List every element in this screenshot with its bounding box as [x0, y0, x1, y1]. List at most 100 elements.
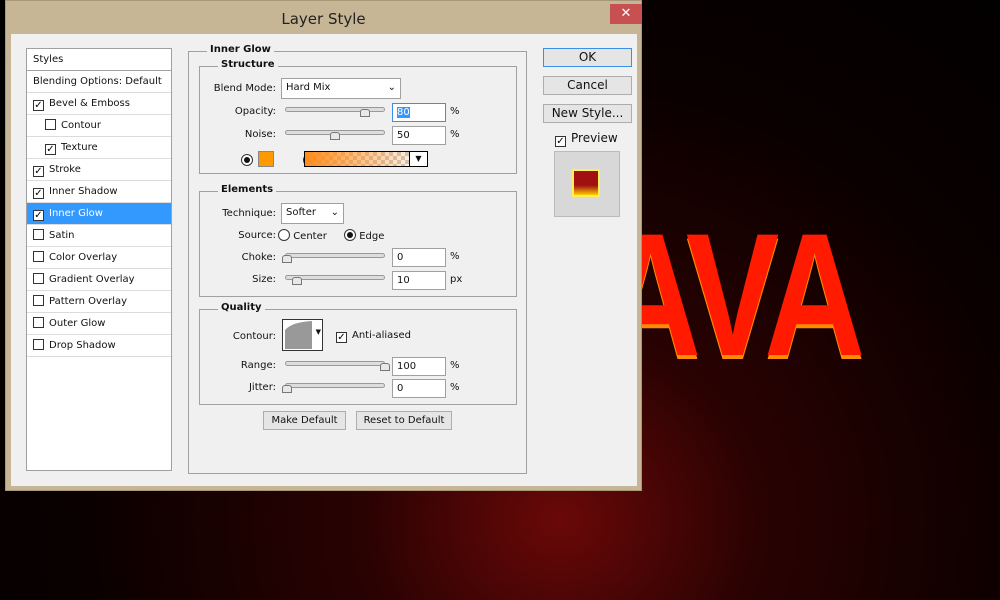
- elements-group: Elements Technique: Softer ⌄ Source: Cent…: [199, 184, 517, 297]
- style-item-label: Drop Shadow: [49, 340, 116, 351]
- style-item-texture[interactable]: ✓ Texture: [27, 137, 171, 159]
- contour-curve-icon: [285, 321, 312, 349]
- noise-slider[interactable]: [285, 130, 385, 140]
- jitter-slider[interactable]: [282, 383, 385, 393]
- preview-checkbox[interactable]: ✓ Preview: [555, 131, 618, 147]
- contour-label: Contour:: [232, 331, 276, 342]
- source-center-option[interactable]: Center: [278, 229, 327, 242]
- slider-thumb[interactable]: [360, 109, 370, 117]
- radio-icon: [344, 229, 356, 241]
- checkbox-icon[interactable]: ✓: [33, 100, 44, 111]
- style-item-label: Inner Shadow: [49, 186, 118, 197]
- style-item-label: Pattern Overlay: [49, 296, 128, 307]
- style-item-inner-glow[interactable]: ✓ Inner Glow: [27, 203, 171, 225]
- style-item-blending-options-default[interactable]: Blending Options: Default: [27, 71, 171, 93]
- styles-list: Styles Blending Options: Default ✓ Bevel & …: [26, 48, 172, 471]
- opacity-slider[interactable]: [285, 107, 385, 117]
- preview-label: Preview: [571, 131, 618, 145]
- structure-title: Structure: [218, 59, 278, 70]
- dialog-title: Layer Style: [281, 10, 366, 28]
- range-input[interactable]: 100: [392, 357, 446, 376]
- style-item-contour[interactable]: Contour: [27, 115, 171, 137]
- checkbox-icon[interactable]: [33, 339, 44, 350]
- range-value: 100: [397, 361, 417, 372]
- checkbox-icon[interactable]: [33, 229, 44, 240]
- checkbox-icon[interactable]: ✓: [33, 210, 44, 221]
- blend-mode-value: Hard Mix: [286, 82, 331, 93]
- style-item-label: Bevel & Emboss: [49, 98, 130, 109]
- style-item-label: Contour: [61, 120, 101, 131]
- jitter-label: Jitter:: [248, 382, 276, 393]
- style-item-color-overlay[interactable]: Color Overlay: [27, 247, 171, 269]
- choke-slider[interactable]: [282, 253, 385, 263]
- blend-mode-label: Blend Mode:: [213, 83, 276, 94]
- dropdown-arrow-icon[interactable]: ▼: [409, 152, 427, 166]
- reset-to-default-button[interactable]: Reset to Default: [356, 411, 452, 430]
- style-item-label: Satin: [49, 230, 75, 241]
- style-item-drop-shadow[interactable]: Drop Shadow: [27, 335, 171, 357]
- structure-group: Structure Blend Mode: Hard Mix ⌄ Opacity:…: [199, 59, 517, 174]
- choke-value: 0: [397, 252, 404, 263]
- style-item-stroke[interactable]: ✓ Stroke: [27, 159, 171, 181]
- make-default-button[interactable]: Make Default: [263, 411, 346, 430]
- range-slider[interactable]: [285, 361, 390, 371]
- ok-button[interactable]: OK: [543, 48, 632, 67]
- style-item-outer-glow[interactable]: Outer Glow: [27, 313, 171, 335]
- checkbox-icon: ✓: [336, 332, 347, 343]
- anti-aliased-checkbox[interactable]: ✓ Anti-aliased: [336, 330, 411, 343]
- checkbox-icon[interactable]: [33, 251, 44, 262]
- style-item-label: Stroke: [49, 164, 81, 175]
- cancel-button[interactable]: Cancel: [543, 76, 632, 95]
- style-item-inner-shadow[interactable]: ✓ Inner Shadow: [27, 181, 171, 203]
- style-item-label: Styles: [33, 54, 64, 65]
- preview-swatch: [572, 169, 600, 197]
- style-item-label: Outer Glow: [49, 318, 106, 329]
- checkbox-icon[interactable]: [33, 317, 44, 328]
- style-item-bevel-emboss[interactable]: ✓ Bevel & Emboss: [27, 93, 171, 115]
- size-slider[interactable]: [285, 275, 385, 285]
- glow-color-swatch[interactable]: [258, 151, 274, 167]
- style-item-label: Inner Glow: [49, 208, 103, 219]
- gradient-picker[interactable]: ▼: [304, 151, 428, 167]
- chevron-down-icon: ⌄: [330, 207, 339, 218]
- checkbox-icon[interactable]: ✓: [45, 144, 56, 155]
- checkbox-icon[interactable]: [33, 295, 44, 306]
- slider-thumb[interactable]: [282, 255, 292, 263]
- source-center-label: Center: [293, 231, 327, 242]
- close-icon[interactable]: ✕: [610, 4, 642, 24]
- size-value: 10: [397, 275, 410, 286]
- blend-mode-select[interactable]: Hard Mix ⌄: [281, 78, 401, 99]
- technique-label: Technique:: [222, 208, 276, 219]
- dialog-body: Styles Blending Options: Default ✓ Bevel & …: [11, 34, 637, 486]
- jitter-input[interactable]: 0: [392, 379, 446, 398]
- checkbox-icon[interactable]: ✓: [33, 166, 44, 177]
- opacity-input[interactable]: 80: [392, 103, 446, 122]
- choke-input[interactable]: 0: [392, 248, 446, 267]
- source-edge-option[interactable]: Edge: [344, 229, 384, 242]
- color-radio[interactable]: [241, 154, 253, 166]
- contour-picker[interactable]: ▼: [282, 319, 323, 351]
- technique-select[interactable]: Softer ⌄: [281, 203, 344, 224]
- checkbox-icon[interactable]: ✓: [33, 188, 44, 199]
- opacity-label: Opacity:: [234, 106, 276, 117]
- quality-title: Quality: [218, 302, 265, 313]
- checkbox-icon[interactable]: [45, 119, 56, 130]
- slider-thumb[interactable]: [282, 385, 292, 393]
- style-item-gradient-overlay[interactable]: Gradient Overlay: [27, 269, 171, 291]
- slider-thumb[interactable]: [380, 363, 390, 371]
- new-style-button[interactable]: New Style...: [543, 104, 632, 123]
- jitter-value: 0: [397, 383, 404, 394]
- style-item-styles[interactable]: Styles: [27, 49, 171, 71]
- style-item-pattern-overlay[interactable]: Pattern Overlay: [27, 291, 171, 313]
- noise-input[interactable]: 50: [392, 126, 446, 145]
- style-item-satin[interactable]: Satin: [27, 225, 171, 247]
- slider-thumb[interactable]: [292, 277, 302, 285]
- technique-value: Softer: [286, 207, 316, 218]
- percent-unit: %: [450, 251, 460, 262]
- layer-style-dialog: Layer Style ✕ Styles Blending Options: De…: [5, 0, 642, 491]
- slider-thumb[interactable]: [330, 132, 340, 140]
- style-item-label: Color Overlay: [49, 252, 118, 263]
- size-input[interactable]: 10: [392, 271, 446, 290]
- quality-group: Quality Contour: ▼ ✓ Anti-aliased Range: …: [199, 302, 517, 405]
- checkbox-icon[interactable]: [33, 273, 44, 284]
